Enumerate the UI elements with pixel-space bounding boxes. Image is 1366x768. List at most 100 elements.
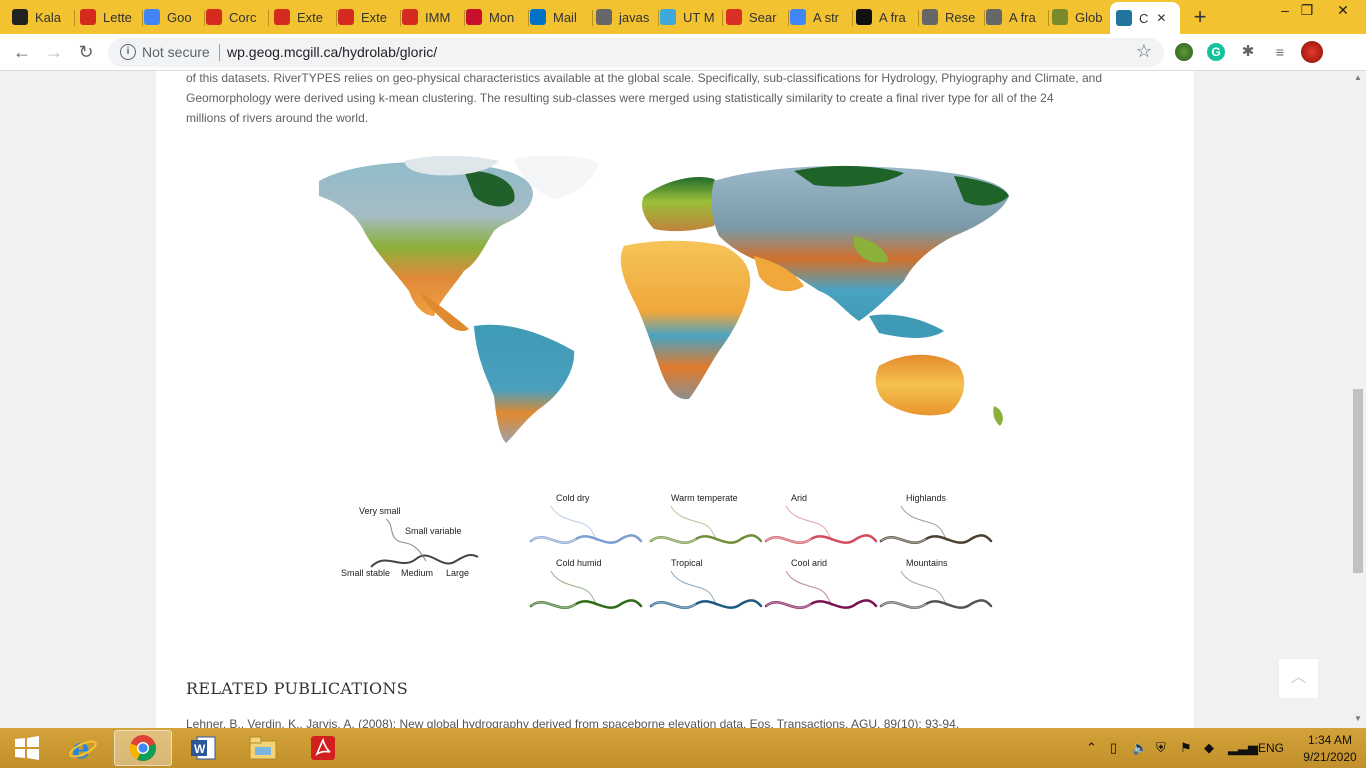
browser-tab[interactable]: IMM [402, 4, 462, 30]
browser-tab[interactable]: javas [596, 4, 656, 30]
grammarly-icon[interactable]: G [1207, 43, 1225, 61]
security-status[interactable]: Not secure [142, 44, 210, 60]
browser-tab[interactable]: Mon [466, 4, 526, 30]
back-arrow-icon[interactable]: ← [10, 40, 34, 64]
tab-label: Exte [297, 9, 324, 25]
clock-date[interactable]: 9/21/2020 [1298, 750, 1362, 764]
content-column: of this datasets. RiverTYPES relies on g… [156, 71, 1194, 728]
upsd-icon [1052, 9, 1068, 25]
paragraph-line-3: millions of rivers around the world. [186, 111, 369, 125]
media-control-icon[interactable]: ≡ [1271, 43, 1289, 61]
tab-label: Mon [489, 9, 515, 25]
browser-tab[interactable]: Lette [80, 4, 140, 30]
globe-icon [986, 9, 1002, 25]
extensions-puzzle-icon[interactable]: ✱ [1239, 43, 1257, 61]
close-window-button[interactable]: ✕ [1320, 0, 1366, 22]
browser-tab[interactable]: Glob [1052, 4, 1110, 30]
tab-separator [788, 10, 789, 26]
size-river-line [370, 553, 479, 568]
climate-river-fade [530, 601, 577, 609]
volume-icon[interactable]: 🔈 [1132, 740, 1148, 756]
defender-icon[interactable]: ⛨ [1156, 740, 1166, 756]
browser-tab[interactable]: Corc [206, 4, 266, 30]
maple-leaf-icon [206, 9, 222, 25]
chrome-icon[interactable] [114, 730, 172, 766]
gmail-icon [726, 9, 742, 25]
windows-start-icon[interactable] [0, 730, 54, 766]
action-center-icon[interactable]: ▯ [1110, 740, 1117, 756]
profile-avatar[interactable] [1301, 41, 1323, 63]
climate-river-fade [765, 601, 812, 609]
tab-separator [142, 10, 143, 26]
url-text[interactable]: wp.geog.mcgill.ca/hydrolab/gloric/ [227, 44, 437, 60]
browser-tab[interactable]: C ✕ [1110, 2, 1180, 34]
kaggle-icon [12, 9, 28, 25]
browser-tab[interactable]: Goo [144, 4, 202, 30]
system-tray: ⌃ ▯ 🔈 ⛨ ⚑ ◆ ▂▃▅ ENG 1:34 AM 9/21/2020 [1080, 728, 1366, 768]
browser-tab[interactable]: Mail [530, 4, 590, 30]
close-tab-icon[interactable]: ✕ [1156, 11, 1166, 25]
climate-river-fade [650, 601, 697, 609]
flag-icon[interactable]: ⚑ [1180, 740, 1192, 756]
info-icon[interactable]: i [120, 44, 136, 60]
network-shield-icon[interactable]: ◆ [1204, 740, 1214, 756]
wordpress-icon [1116, 10, 1132, 26]
globe-icon [596, 9, 612, 25]
scroll-down-arrow-icon[interactable]: ▼ [1354, 714, 1362, 723]
tab-label: Lette [103, 9, 132, 25]
show-hidden-icons-icon[interactable]: ⌃ [1086, 740, 1097, 756]
forward-arrow-icon[interactable]: → [42, 40, 66, 64]
windows-taskbar: e W ⌃ ▯ 🔈 ⛨ ⚑ ◆ ▂▃▅ ENG 1:34 AM 9/21/202… [0, 728, 1366, 768]
browser-tab[interactable]: Exte [274, 4, 334, 30]
tab-label: A str [813, 9, 840, 25]
tab-separator [400, 10, 401, 26]
internet-explorer-icon[interactable]: e [56, 730, 110, 766]
browser-tab[interactable]: Sear [726, 4, 786, 30]
svg-text:W: W [194, 742, 206, 756]
bookmark-star-icon[interactable]: ☆ [1136, 41, 1152, 62]
file-explorer-icon[interactable] [236, 730, 290, 766]
browser-tab[interactable]: A fra [986, 4, 1046, 30]
climate-legend: Cold dry Warm temperate Arid Highlands Cold … [529, 493, 993, 609]
page-scrollbar[interactable]: ▲ ▼ [1350, 71, 1366, 728]
browser-toolbar: ← → ↻ i Not secure wp.geog.mcgill.ca/hyd… [0, 34, 1366, 71]
scroll-thumb[interactable] [1353, 389, 1363, 573]
publication-link[interactable]: Lehner, B., Verdin, K., Jarvis, A. (2008… [186, 717, 959, 728]
address-bar[interactable]: i Not secure wp.geog.mcgill.ca/hydrolab/… [108, 38, 1164, 67]
size-label-small-variable: Small variable [405, 526, 462, 536]
browser-tab[interactable]: Kala [12, 4, 72, 30]
climate-river-fade [880, 536, 927, 544]
browser-tab[interactable]: UT M [660, 4, 720, 30]
paragraph-line-1: of this datasets. RiverTYPES relies on g… [186, 71, 1102, 85]
climate-label: Highlands [906, 493, 947, 503]
new-tab-button[interactable]: + [1188, 5, 1212, 29]
tab-label: Sear [749, 9, 777, 25]
browser-tab[interactable]: Rese [922, 4, 982, 30]
browser-tab[interactable]: A fra [856, 4, 916, 30]
tab-label: javas [619, 9, 650, 25]
climate-label: Cool arid [791, 558, 827, 568]
tab-separator [204, 10, 205, 26]
climate-river-fade [880, 601, 927, 609]
reload-icon[interactable]: ↻ [74, 40, 98, 64]
tab-separator [918, 10, 919, 26]
language-indicator[interactable]: ENG [1258, 741, 1284, 755]
acrobat-icon[interactable] [296, 730, 350, 766]
scroll-to-top-button[interactable]: ︿ [1278, 658, 1319, 699]
tab-separator [336, 10, 337, 26]
canada-icon [80, 9, 96, 25]
browser-tab[interactable]: A str [790, 4, 850, 30]
clock-time[interactable]: 1:34 AM [1298, 733, 1362, 747]
wifi-signal-icon[interactable]: ▂▃▅ [1228, 740, 1258, 756]
climate-label: Cold humid [556, 558, 602, 568]
globe-icon [922, 9, 938, 25]
browser-tab[interactable]: Exte [338, 4, 398, 30]
extension-globe-icon[interactable] [1175, 43, 1193, 61]
monster-icon [466, 9, 482, 25]
google-icon [790, 9, 806, 25]
climate-label: Mountains [906, 558, 948, 568]
word-icon[interactable]: W [176, 730, 230, 766]
scroll-up-arrow-icon[interactable]: ▲ [1354, 73, 1362, 82]
tab-separator [1048, 10, 1049, 26]
ut-icon [660, 9, 676, 25]
